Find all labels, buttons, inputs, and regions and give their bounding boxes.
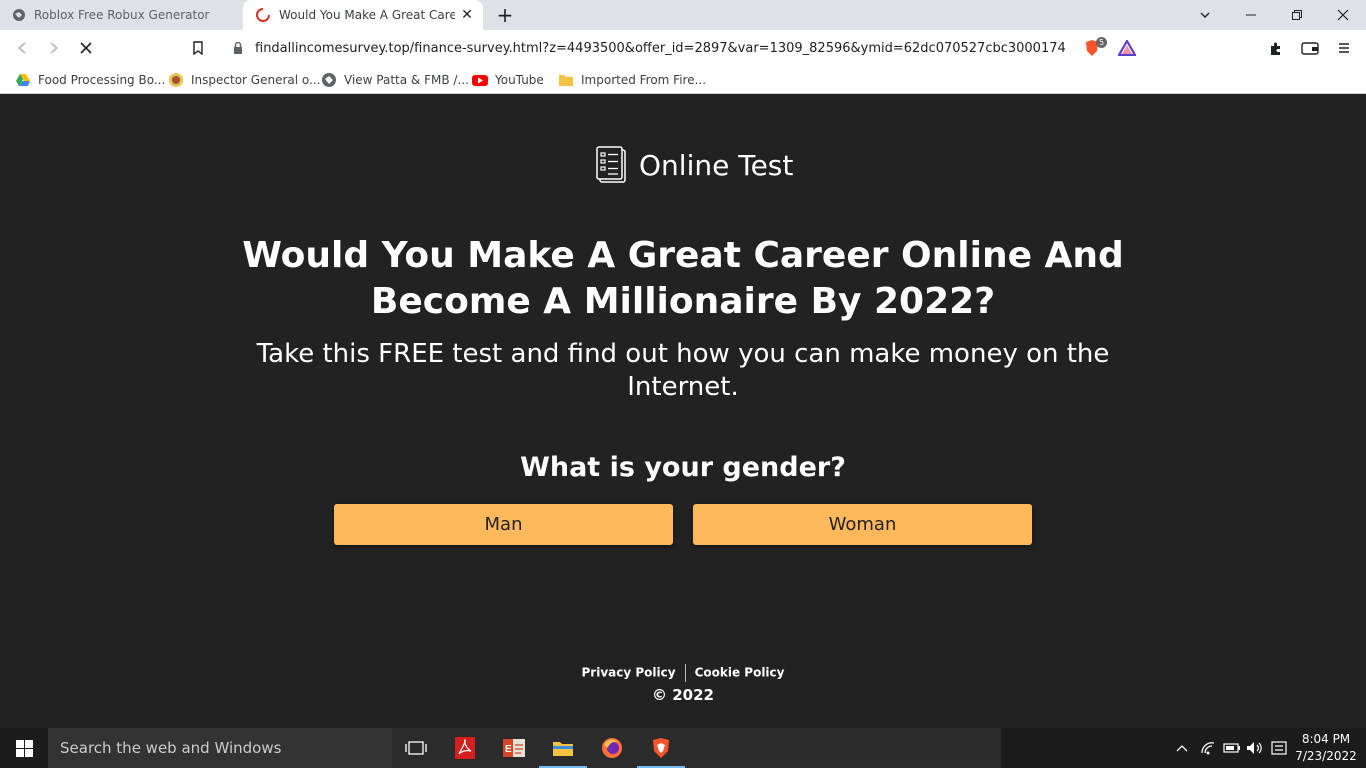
bookmark-imported-folder[interactable]: Imported From Fire... (558, 71, 706, 89)
brave-browser-icon[interactable] (637, 728, 685, 768)
forward-button[interactable] (44, 38, 64, 58)
brave-rewards-icon[interactable] (1118, 40, 1136, 56)
tab-title: Roblox Free Robux Generator 2021 (34, 8, 210, 22)
youtube-icon (472, 75, 488, 86)
lock-icon (234, 42, 242, 54)
bookmark-label: Inspector General o... (191, 73, 321, 87)
stop-loading-button[interactable] (76, 38, 96, 58)
answer-man-button[interactable]: Man (334, 504, 673, 545)
loading-spinner-icon (256, 8, 270, 22)
url-text: findallincomesurvey.top/finance-survey.h… (255, 41, 1065, 56)
close-window-button[interactable] (1320, 0, 1366, 30)
bookmark-youtube[interactable]: YouTube (472, 71, 544, 89)
privacy-policy-link[interactable]: Privacy Policy (582, 666, 676, 680)
brand-name: Online Test (639, 148, 794, 182)
bookmarks-bar: Food Processing Bo... Inspector General … (0, 66, 1366, 94)
windows-logo-icon (15, 739, 33, 757)
globe-icon (13, 9, 25, 21)
start-button[interactable] (0, 728, 48, 768)
emblem-icon (169, 73, 183, 87)
clock-time: 8:04 PM (1301, 732, 1351, 746)
footer-links: Privacy Policy Cookie Policy (0, 664, 1366, 682)
tab-search-icon[interactable] (1182, 0, 1228, 30)
checklist-document-icon (596, 146, 626, 183)
task-view-icon[interactable] (392, 728, 440, 768)
bookmark-view-patta[interactable]: View Patta & FMB /... (321, 71, 469, 89)
close-tab-icon[interactable]: ✕ (459, 7, 475, 23)
footer-divider (684, 664, 686, 682)
file-explorer-icon[interactable] (539, 728, 587, 768)
input-indicator-icon[interactable] (1269, 728, 1289, 768)
tab-current[interactable]: Would You Make A Great Career Online ✕ (243, 0, 483, 30)
windows-taskbar: Search the web and Windows E 8:04 PM 7/2… (0, 728, 1366, 768)
firefox-icon[interactable] (588, 728, 636, 768)
cookie-policy-link[interactable]: Cookie Policy (695, 666, 785, 680)
address-bar[interactable]: findallincomesurvey.top/finance-survey.h… (220, 35, 1145, 62)
bookmark-label: Food Processing Bo... (38, 73, 166, 87)
taskbar-search-input[interactable]: Search the web and Windows (48, 728, 392, 768)
site-brand: Online Test (595, 146, 793, 184)
bookmark-food-processing[interactable]: Food Processing Bo... (15, 71, 165, 89)
restore-button[interactable] (1274, 0, 1320, 30)
acrobat-icon[interactable] (441, 728, 489, 768)
answer-woman-button[interactable]: Woman (693, 504, 1032, 545)
volume-icon[interactable] (1245, 728, 1265, 768)
browser-toolbar: findallincomesurvey.top/finance-survey.h… (0, 30, 1366, 66)
survey-question: What is your gender? (520, 452, 846, 483)
shield-count-badge: 5 (1096, 37, 1108, 48)
web-page: Online Test Would You Make A Great Caree… (0, 98, 1366, 728)
tab-roblox[interactable]: Roblox Free Robux Generator 2021 (0, 0, 242, 30)
wallet-icon[interactable] (1300, 38, 1320, 58)
minimize-button[interactable] (1228, 0, 1274, 30)
menu-icon[interactable] (1334, 38, 1354, 58)
presentation-app-icon[interactable]: E (490, 728, 538, 768)
new-tab-button[interactable]: + (495, 5, 515, 25)
bookmark-icon[interactable] (188, 38, 208, 58)
battery-icon[interactable] (1222, 728, 1242, 768)
bookmark-label: Imported From Fire... (581, 73, 707, 87)
network-icon[interactable] (1198, 728, 1218, 768)
bookmark-label: YouTube (495, 73, 544, 87)
taskbar-clock[interactable]: 8:04 PM 7/23/2022 (1292, 731, 1360, 765)
svg-text:E: E (505, 744, 512, 755)
show-hidden-icons[interactable] (1172, 728, 1192, 768)
bookmark-label: View Patta & FMB /... (344, 73, 469, 87)
page-subheadline: Take this FREE test and find out how you… (256, 339, 1110, 402)
extensions-icon[interactable] (1266, 38, 1286, 58)
bookmark-inspector-general[interactable]: Inspector General o... (168, 71, 320, 89)
copyright-text: © 2022 (652, 686, 714, 704)
tab-title: Would You Make A Great Career Online (279, 8, 455, 22)
google-drive-icon (16, 74, 30, 86)
page-headline: Would You Make A Great Career Online And… (242, 235, 1124, 322)
taskbar-apps: E (392, 728, 1001, 768)
folder-icon (559, 75, 573, 86)
globe-icon (322, 73, 336, 87)
tab-strip: Roblox Free Robux Generator 2021 Would Y… (0, 0, 1366, 30)
back-button[interactable] (12, 38, 32, 58)
clock-date: 7/23/2022 (1295, 749, 1357, 763)
